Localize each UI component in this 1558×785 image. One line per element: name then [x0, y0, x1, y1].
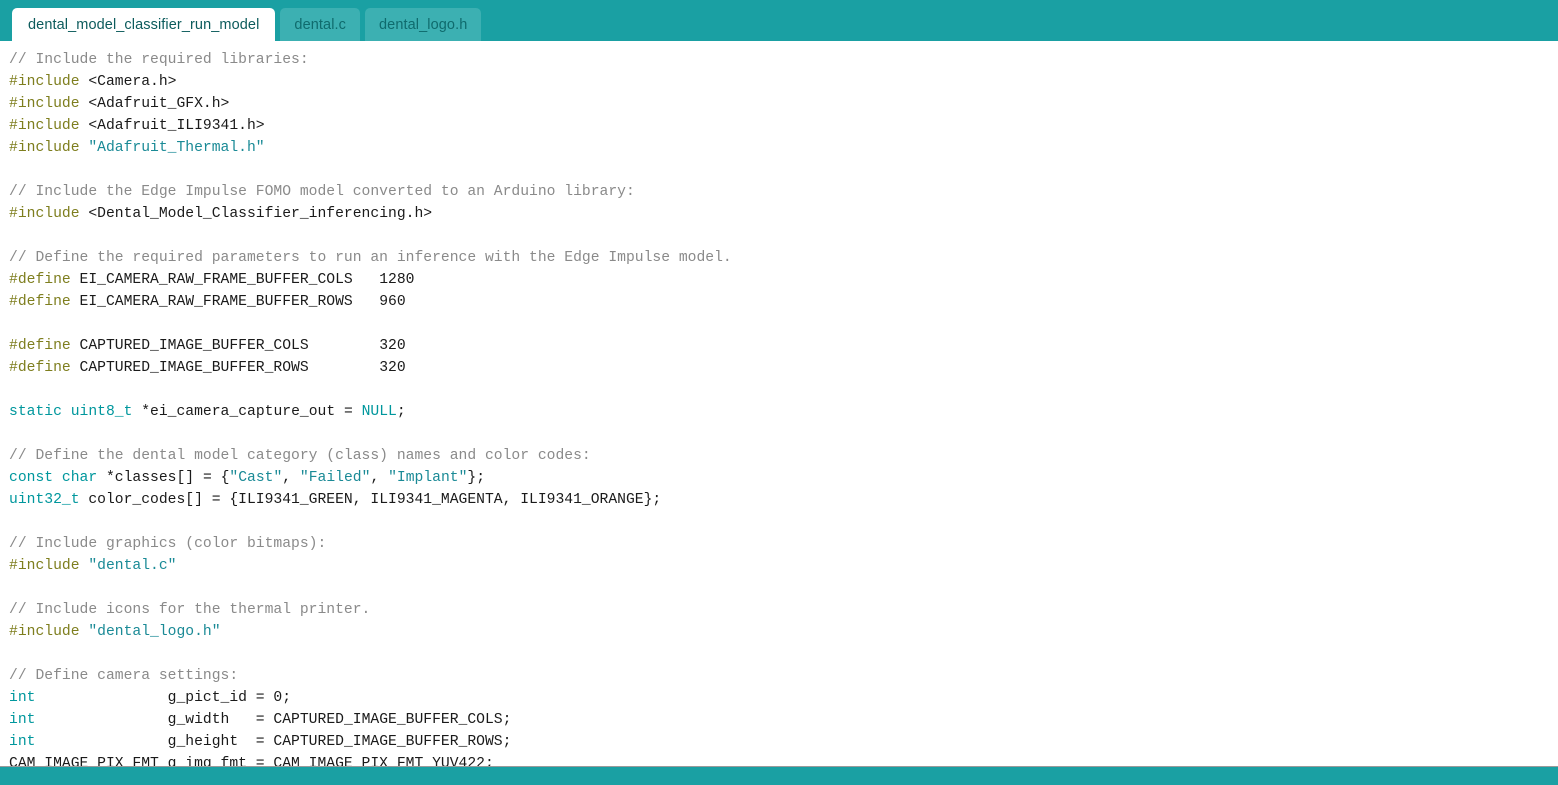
- code-line: #include "Adafruit_Thermal.h": [9, 137, 1558, 159]
- code-line: // Include graphics (color bitmaps):: [9, 533, 1558, 555]
- code-token-keyword: int: [9, 712, 36, 728]
- code-token-plain: ,: [282, 470, 300, 486]
- code-line: CAM_IMAGE_PIX_FMT g_img_fmt = CAM_IMAGE_…: [9, 753, 1558, 767]
- code-token-keyword: static: [9, 404, 62, 420]
- code-token-preprocessor: #define: [9, 272, 71, 288]
- code-token-preprocessor: #include: [9, 118, 80, 134]
- source-code-text[interactable]: // Include the required libraries: #inclu…: [9, 49, 1558, 767]
- code-line: // Include icons for the thermal printer…: [9, 599, 1558, 621]
- code-token-plain: <Camera.h>: [79, 74, 177, 90]
- code-token-comment: // Include graphics (color bitmaps):: [9, 536, 327, 552]
- tab-label: dental_logo.h: [379, 16, 468, 33]
- code-token-comment: // Define camera settings:: [9, 668, 239, 684]
- code-token-preprocessor: #define: [9, 360, 71, 376]
- code-line: int g_pict_id = 0;: [9, 687, 1558, 709]
- code-token-comment: // Define the dental model category (cla…: [9, 448, 591, 464]
- tab-label: dental.c: [294, 16, 346, 33]
- code-line: #include <Adafruit_ILI9341.h>: [9, 115, 1558, 137]
- code-token-keyword: uint32_t: [9, 492, 80, 508]
- code-line: uint32_t color_codes[] = {ILI9341_GREEN,…: [9, 489, 1558, 511]
- code-token-plain: *classes[] = {: [97, 470, 230, 486]
- code-line: static uint8_t *ei_camera_capture_out = …: [9, 401, 1558, 423]
- code-token-plain: g_width = CAPTURED_IMAGE_BUFFER_COLS;: [35, 712, 512, 728]
- code-line: int g_height = CAPTURED_IMAGE_BUFFER_ROW…: [9, 731, 1558, 753]
- code-token-plain: <Adafruit_GFX.h>: [79, 96, 230, 112]
- code-token-comment: // Include the required libraries:: [9, 52, 309, 68]
- code-token-string: "Failed": [299, 470, 371, 486]
- code-token-plain: color_codes[] = {ILI9341_GREEN, ILI9341_…: [79, 492, 662, 508]
- tab-strip: dental_model_classifier_run_model dental…: [12, 8, 486, 41]
- code-line: // Include the required libraries:: [9, 49, 1558, 71]
- code-line: #include <Camera.h>: [9, 71, 1558, 93]
- code-line: #define EI_CAMERA_RAW_FRAME_BUFFER_ROWS …: [9, 291, 1558, 313]
- code-token-plain: CAPTURED_IMAGE_BUFFER_COLS 320: [70, 338, 406, 354]
- code-token-string: "Implant": [388, 470, 468, 486]
- code-token-preprocessor: #include: [9, 140, 80, 156]
- code-line: #include <Dental_Model_Classifier_infere…: [9, 203, 1558, 225]
- code-token-string: "dental_logo.h": [88, 624, 221, 640]
- code-token-plain: <Adafruit_ILI9341.h>: [79, 118, 265, 134]
- code-token-keyword: int: [9, 690, 36, 706]
- code-token-string: "dental.c": [88, 558, 177, 574]
- code-token-preprocessor: #include: [9, 74, 80, 90]
- tab-dental-logo-h[interactable]: dental_logo.h: [365, 8, 482, 41]
- code-token-preprocessor: #include: [9, 558, 80, 574]
- code-token-plain: ,: [370, 470, 389, 486]
- code-line: #define EI_CAMERA_RAW_FRAME_BUFFER_COLS …: [9, 269, 1558, 291]
- code-token-plain: g_pict_id = 0;: [35, 690, 292, 706]
- code-token-preprocessor: #include: [9, 206, 80, 222]
- code-line: #include "dental_logo.h": [9, 621, 1558, 643]
- code-token-string: "Cast": [229, 470, 283, 486]
- code-token-string: "Adafruit_Thermal.h": [88, 140, 265, 156]
- code-token-plain: };: [467, 470, 486, 486]
- code-line: int g_width = CAPTURED_IMAGE_BUFFER_COLS…: [9, 709, 1558, 731]
- tab-dental-model-classifier-run-model[interactable]: dental_model_classifier_run_model: [12, 8, 276, 41]
- code-token-keyword: NULL: [361, 404, 397, 420]
- code-token-keyword: const: [9, 470, 54, 486]
- code-token-plain: EI_CAMERA_RAW_FRAME_BUFFER_ROWS 960: [70, 294, 406, 310]
- code-line: #include <Adafruit_GFX.h>: [9, 93, 1558, 115]
- tab-dental-c[interactable]: dental.c: [280, 8, 360, 41]
- code-token-keyword: uint8_t: [70, 404, 133, 420]
- code-token-comment: // Include the Edge Impulse FOMO model c…: [9, 184, 635, 200]
- code-token-preprocessor: #define: [9, 338, 71, 354]
- tab-label: dental_model_classifier_run_model: [28, 16, 260, 33]
- code-token-preprocessor: #include: [9, 624, 80, 640]
- code-token-keyword: char: [61, 470, 98, 486]
- code-token-comment: // Define the required parameters to run…: [9, 250, 732, 266]
- code-token-plain: *ei_camera_capture_out =: [132, 404, 362, 420]
- code-line: const char *classes[] = {"Cast", "Failed…: [9, 467, 1558, 489]
- code-editor-pane[interactable]: // Include the required libraries: #inclu…: [0, 41, 1558, 767]
- code-token-preprocessor: #define: [9, 294, 71, 310]
- status-bar: [0, 767, 1558, 785]
- code-line: // Define camera settings:: [9, 665, 1558, 687]
- editor-tab-bar: dental_model_classifier_run_model dental…: [0, 0, 1558, 41]
- code-line: // Define the required parameters to run…: [9, 247, 1558, 269]
- code-token-plain: ;: [396, 404, 406, 420]
- code-token-plain: g_height = CAPTURED_IMAGE_BUFFER_ROWS;: [35, 734, 512, 750]
- code-token-preprocessor: #include: [9, 96, 80, 112]
- code-token-comment: // Include icons for the thermal printer…: [9, 602, 371, 618]
- code-token-keyword: int: [9, 734, 36, 750]
- code-line: // Include the Edge Impulse FOMO model c…: [9, 181, 1558, 203]
- code-token-plain: CAPTURED_IMAGE_BUFFER_ROWS 320: [70, 360, 406, 376]
- code-line: #include "dental.c": [9, 555, 1558, 577]
- code-line: #define CAPTURED_IMAGE_BUFFER_COLS 320: [9, 335, 1558, 357]
- code-line: // Define the dental model category (cla…: [9, 445, 1558, 467]
- code-token-plain: <Dental_Model_Classifier_inferencing.h>: [79, 206, 433, 222]
- code-token-plain: EI_CAMERA_RAW_FRAME_BUFFER_COLS 1280: [70, 272, 415, 288]
- code-line: #define CAPTURED_IMAGE_BUFFER_ROWS 320: [9, 357, 1558, 379]
